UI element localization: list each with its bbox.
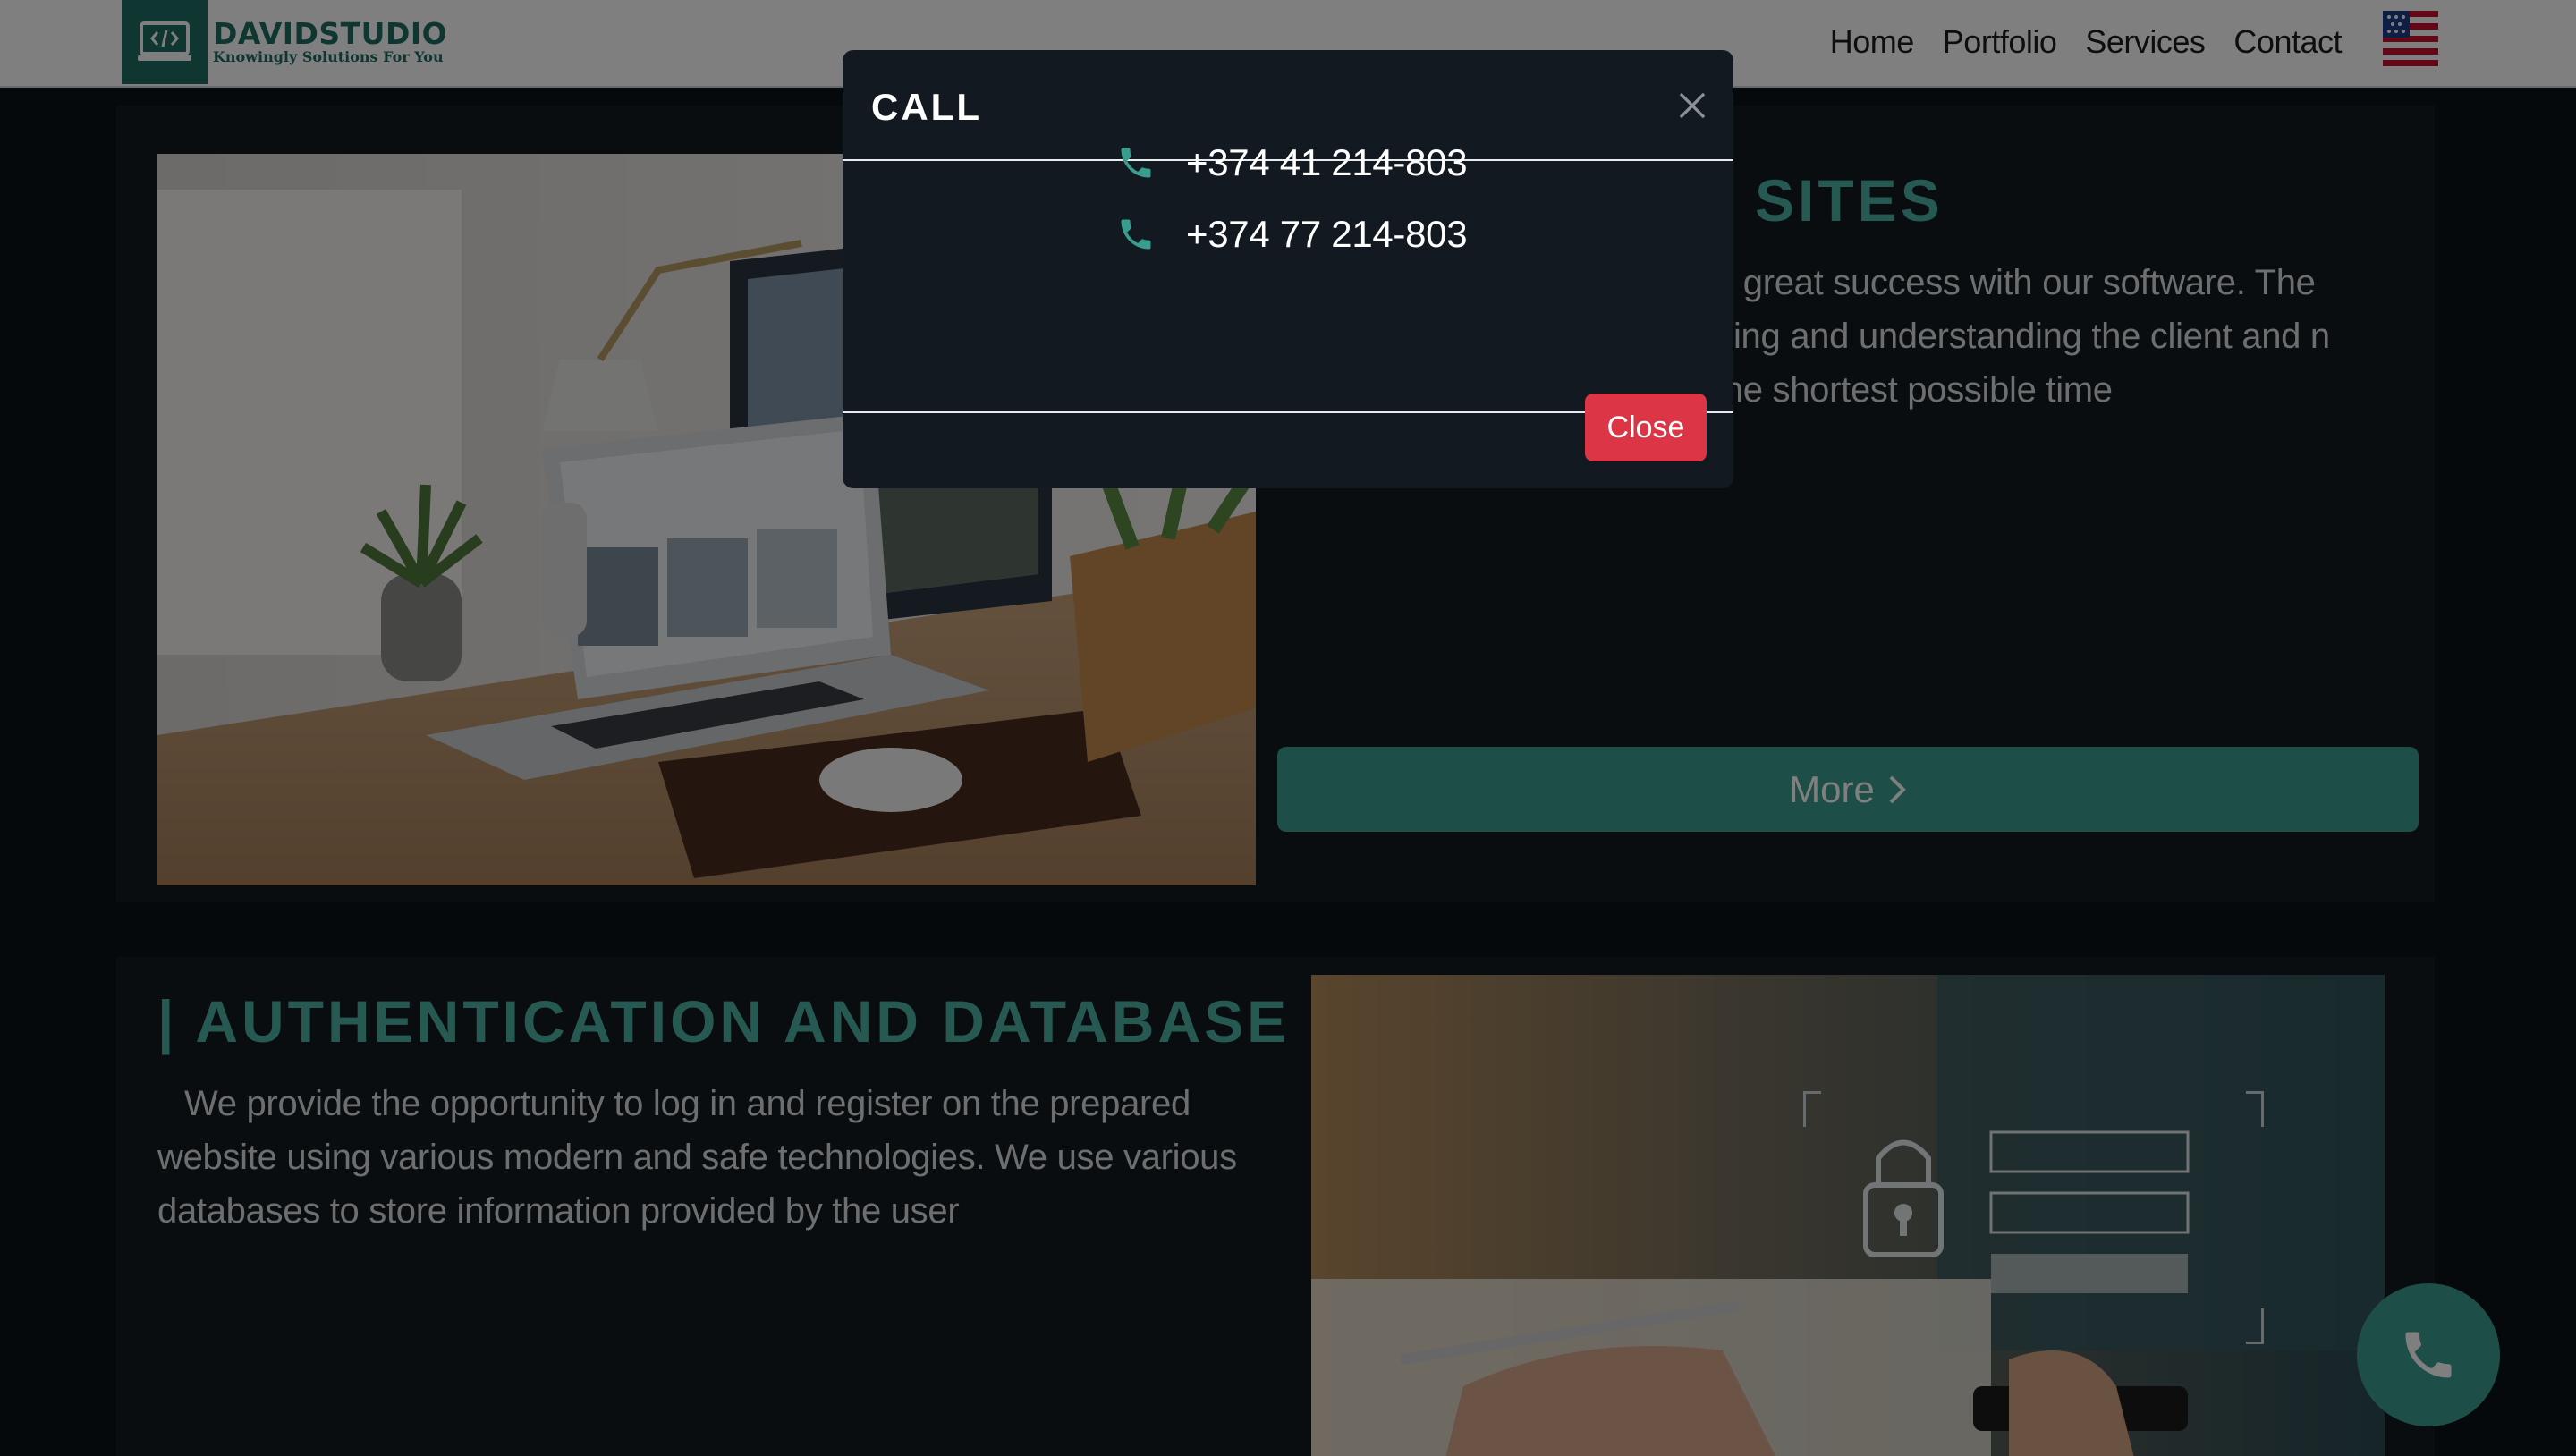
modal-body: [843, 163, 1733, 413]
close-button[interactable]: Close: [1585, 394, 1707, 461]
call-modal: CALL +374 41 214-803 +374 77 214-803 Clo…: [843, 50, 1733, 488]
phone-icon: [1121, 219, 1151, 250]
phone-link-2[interactable]: +374 77 214-803: [1116, 213, 1468, 256]
close-icon[interactable]: [1673, 86, 1712, 125]
modal-title: CALL: [871, 86, 982, 128]
phone-link-1[interactable]: +374 41 214-803: [1116, 141, 1468, 184]
phone-number: +374 41 214-803: [1186, 141, 1468, 183]
phone-icon: [1121, 148, 1151, 178]
phone-number: +374 77 214-803: [1186, 213, 1468, 255]
